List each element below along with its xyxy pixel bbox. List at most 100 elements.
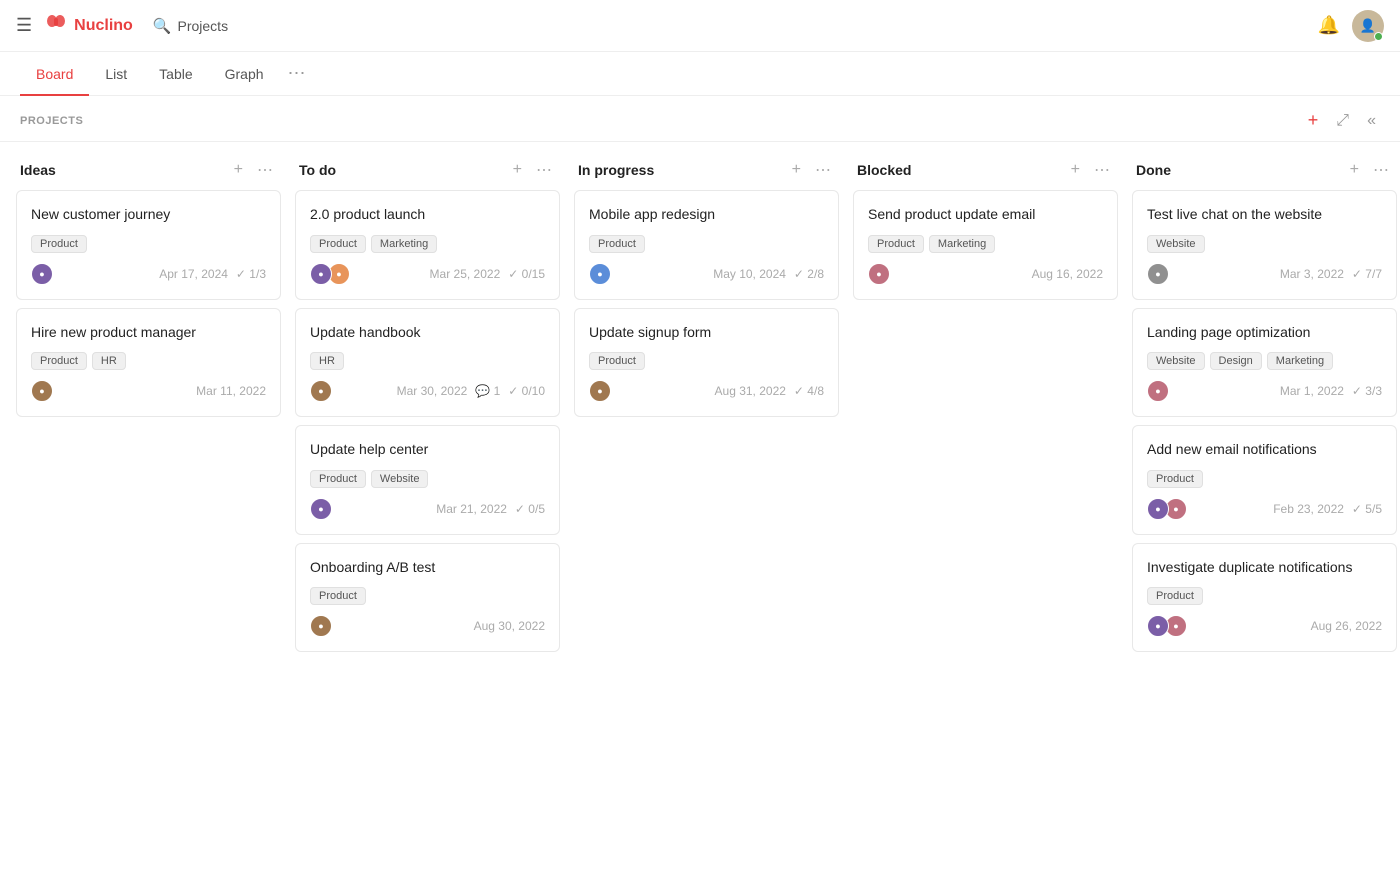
tag-product: Product: [589, 235, 645, 253]
card-c2[interactable]: Hire new product managerProductHR●Mar 11…: [16, 308, 281, 418]
card-avatars-c7: ●: [589, 263, 607, 285]
card-title-c4: Update handbook: [310, 323, 545, 343]
search-icon: 🔍: [153, 17, 172, 35]
column-header-ideas: Ideas+⋯: [16, 152, 281, 190]
tab-graph[interactable]: Graph: [209, 52, 280, 96]
tag-website: Website: [1147, 352, 1205, 370]
logo[interactable]: Nuclino: [44, 11, 133, 41]
card-c10[interactable]: Test live chat on the websiteWebsite●Mar…: [1132, 190, 1397, 300]
card-c12[interactable]: Add new email notificationsProduct●●Feb …: [1132, 425, 1397, 535]
menu-icon[interactable]: ☰: [16, 15, 32, 36]
board-header: PROJECTS + ⤢ «: [0, 96, 1400, 142]
card-check-c11: ✓ 3/3: [1352, 384, 1382, 398]
add-card-button-todo[interactable]: +: [509, 159, 526, 181]
card-avatars-c4: ●: [310, 380, 328, 402]
card-footer-c13: ●●Aug 26, 2022: [1147, 615, 1382, 637]
column-more-button-todo[interactable]: ⋯: [532, 158, 556, 182]
card-c8[interactable]: Update signup formProduct●Aug 31, 2022✓ …: [574, 308, 839, 418]
card-check-c12: ✓ 5/5: [1352, 502, 1382, 516]
search-context-label: Projects: [178, 18, 229, 34]
card-avatar-c12-0: ●: [1147, 498, 1169, 520]
card-c3[interactable]: 2.0 product launchProductMarketing●●Mar …: [295, 190, 560, 300]
card-check-c3: ✓ 0/15: [508, 267, 545, 281]
card-avatar-c7-0: ●: [589, 263, 611, 285]
tab-table[interactable]: Table: [143, 52, 208, 96]
column-more-button-ideas[interactable]: ⋯: [253, 158, 277, 182]
column-more-button-blocked[interactable]: ⋯: [1090, 158, 1114, 182]
card-c1[interactable]: New customer journeyProduct●Apr 17, 2024…: [16, 190, 281, 300]
card-title-c5: Update help center: [310, 440, 545, 460]
card-tags-c11: WebsiteDesignMarketing: [1147, 352, 1382, 370]
card-avatars-c2: ●: [31, 380, 49, 402]
add-board-item-button[interactable]: +: [1304, 108, 1323, 133]
card-meta-c11: Mar 1, 2022✓ 3/3: [1280, 384, 1382, 398]
tag-marketing: Marketing: [371, 235, 437, 253]
card-footer-c2: ●Mar 11, 2022: [31, 380, 266, 402]
tab-list[interactable]: List: [89, 52, 143, 96]
card-avatars-c5: ●: [310, 498, 328, 520]
card-check-c1: ✓ 1/3: [236, 267, 266, 281]
card-avatar-c4-0: ●: [310, 380, 332, 402]
expand-board-button[interactable]: ⤢: [1332, 110, 1353, 132]
card-avatar-c13-0: ●: [1147, 615, 1169, 637]
column-header-todo: To do+⋯: [295, 152, 560, 190]
brain-icon: [44, 11, 68, 41]
card-meta-c10: Mar 3, 2022✓ 7/7: [1280, 267, 1382, 281]
add-card-button-inprogress[interactable]: +: [788, 159, 805, 181]
card-avatar-c1-0: ●: [31, 263, 53, 285]
add-card-button-ideas[interactable]: +: [230, 159, 247, 181]
column-more-button-inprogress[interactable]: ⋯: [811, 158, 835, 182]
tag-product: Product: [31, 352, 87, 370]
card-tags-c4: HR: [310, 352, 545, 370]
card-footer-c3: ●● Mar 25, 2022 ✓ 0/15: [310, 263, 545, 285]
card-meta-c9: Aug 16, 2022: [1032, 267, 1103, 281]
column-done: Done+⋯Test live chat on the websiteWebsi…: [1132, 152, 1397, 660]
card-tags-c1: Product: [31, 235, 266, 253]
card-title-c13: Investigate duplicate notifications: [1147, 558, 1382, 578]
tag-product: Product: [31, 235, 87, 253]
card-c13[interactable]: Investigate duplicate notificationsProdu…: [1132, 543, 1397, 653]
column-more-button-done[interactable]: ⋯: [1369, 158, 1393, 182]
card-tags-c2: ProductHR: [31, 352, 266, 370]
card-avatar-c9-0: ●: [868, 263, 890, 285]
card-c4[interactable]: Update handbook HR ●Mar 30, 2022💬 1✓ 0/10: [295, 308, 560, 418]
tag-product: Product: [868, 235, 924, 253]
card-c9[interactable]: Send product update emailProductMarketin…: [853, 190, 1118, 300]
notification-bell-icon[interactable]: 🔔: [1318, 15, 1340, 36]
card-date-c5: Mar 21, 2022: [436, 502, 507, 516]
column-blocked: Blocked+⋯Send product update emailProduc…: [853, 152, 1118, 660]
card-c5[interactable]: Update help centerProductWebsite●Mar 21,…: [295, 425, 560, 535]
tag-product: Product: [310, 235, 366, 253]
tabs-more-icon[interactable]: ⋯: [280, 53, 314, 94]
card-c11[interactable]: Landing page optimizationWebsiteDesignMa…: [1132, 308, 1397, 418]
card-avatar-c8-0: ●: [589, 380, 611, 402]
card-c6[interactable]: Onboarding A/B testProduct●Aug 30, 2022: [295, 543, 560, 653]
card-comment-c4: 💬 1: [475, 384, 500, 398]
logo-text: Nuclino: [74, 17, 133, 35]
card-check-c7: ✓ 2/8: [794, 267, 824, 281]
card-c7[interactable]: Mobile app redesignProduct●May 10, 2024✓…: [574, 190, 839, 300]
board-area: Ideas+⋯New customer journeyProduct●Apr 1…: [0, 142, 1400, 680]
card-avatars-c11: ●: [1147, 380, 1165, 402]
search-area[interactable]: 🔍 Projects: [153, 17, 228, 35]
card-avatars-c3: ●●: [310, 263, 346, 285]
tag-website: Website: [371, 470, 429, 488]
add-card-button-blocked[interactable]: +: [1067, 159, 1084, 181]
card-date-c3: Mar 25, 2022: [430, 267, 501, 281]
tab-board[interactable]: Board: [20, 52, 89, 96]
card-avatars-c12: ●●: [1147, 498, 1183, 520]
card-avatar-c5-0: ●: [310, 498, 332, 520]
card-meta-c6: Aug 30, 2022: [474, 619, 545, 633]
card-footer-c5: ● Mar 21, 2022✓ 0/5: [310, 498, 545, 520]
add-card-button-done[interactable]: +: [1346, 159, 1363, 181]
card-footer-c4: ●Mar 30, 2022💬 1✓ 0/10: [310, 380, 545, 402]
card-footer-c1: ●Apr 17, 2024✓ 1/3: [31, 263, 266, 285]
card-meta-c5: Mar 21, 2022✓ 0/5: [436, 502, 545, 516]
column-header-done: Done+⋯: [1132, 152, 1397, 190]
card-footer-c10: ●Mar 3, 2022✓ 7/7: [1147, 263, 1382, 285]
card-title-c7: Mobile app redesign: [589, 205, 824, 225]
tag-marketing: Marketing: [929, 235, 995, 253]
card-footer-c12: ●●Feb 23, 2022✓ 5/5: [1147, 498, 1382, 520]
collapse-board-button[interactable]: «: [1363, 110, 1380, 132]
user-avatar-button[interactable]: 👤: [1352, 10, 1384, 42]
